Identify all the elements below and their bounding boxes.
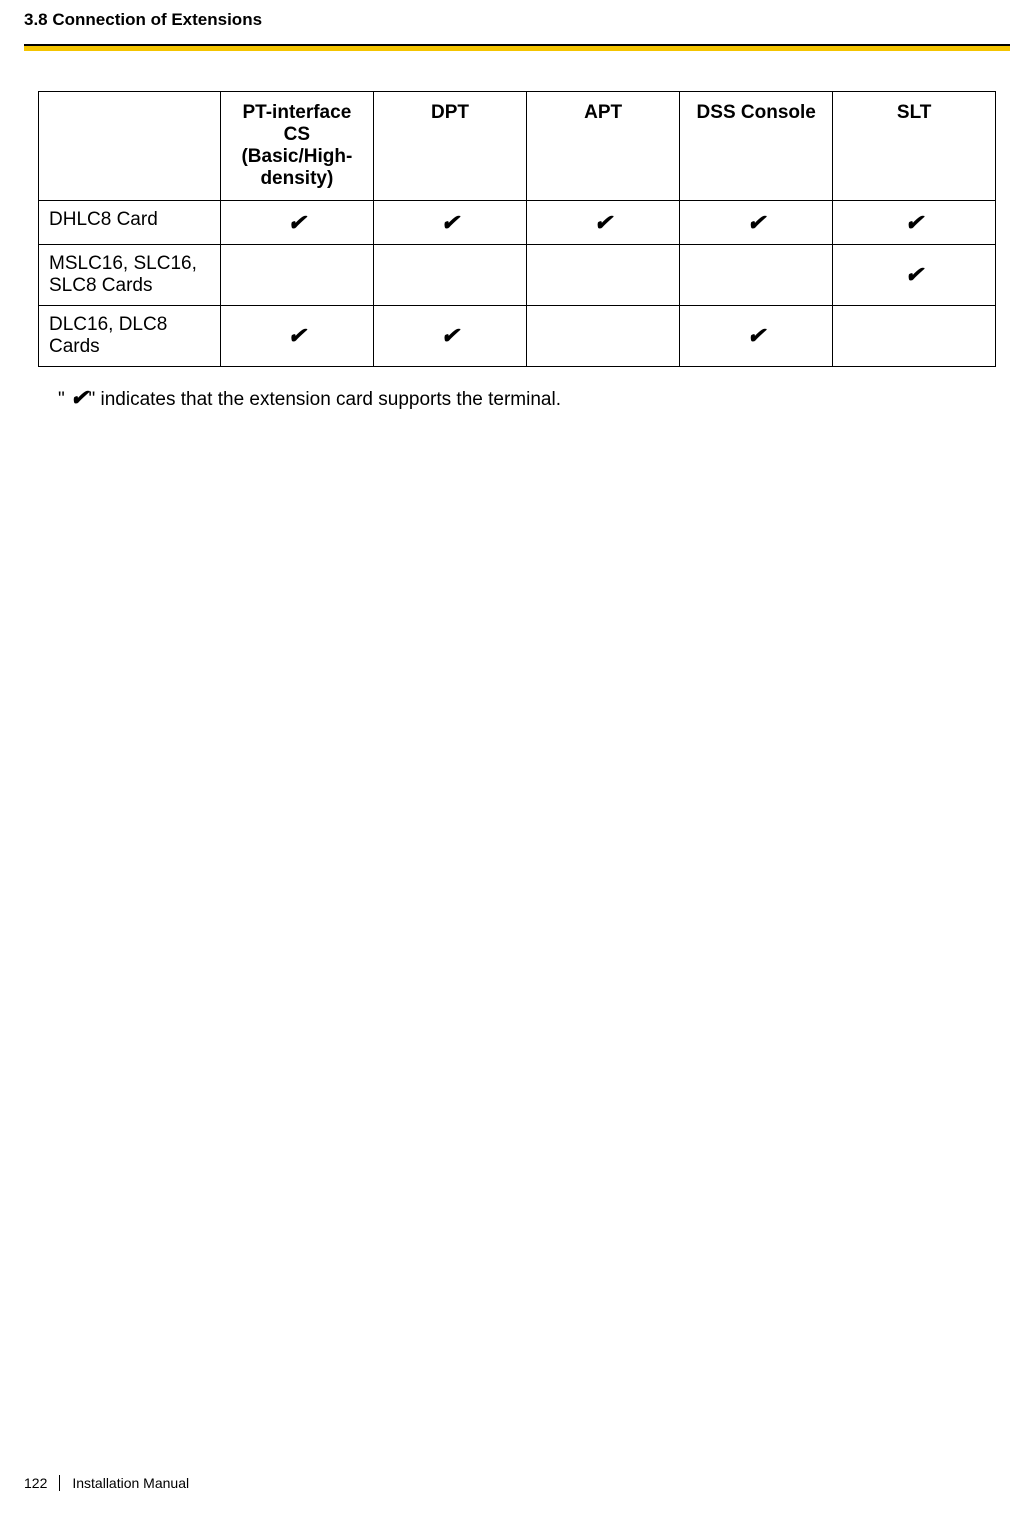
cell: ✔	[833, 201, 996, 245]
note-suffix: " indicates that the extension card supp…	[88, 389, 561, 410]
check-icon: ✔	[594, 210, 612, 235]
row-label: MSLC16, SLC16, SLC8 Cards	[39, 245, 221, 306]
table-header-dpt: DPT	[373, 92, 526, 201]
compatibility-table-wrap: PT-interface CS (Basic/High-density) DPT…	[0, 51, 1034, 367]
table-row: MSLC16, SLC16, SLC8 Cards ✔	[39, 245, 996, 306]
compatibility-table: PT-interface CS (Basic/High-density) DPT…	[38, 91, 996, 367]
table-row: DLC16, DLC8 Cards ✔ ✔ ✔	[39, 306, 996, 367]
cell	[680, 245, 833, 306]
table-header-empty	[39, 92, 221, 201]
cell	[373, 245, 526, 306]
cell	[527, 245, 680, 306]
header-divider	[0, 44, 1034, 51]
check-icon: ✔	[70, 385, 88, 410]
check-icon: ✔	[288, 323, 306, 348]
check-icon: ✔	[747, 210, 765, 235]
table-footnote: " ✔" indicates that the extension card s…	[0, 367, 1034, 411]
cell	[527, 306, 680, 367]
check-icon: ✔	[441, 323, 459, 348]
page-number: 122	[24, 1475, 60, 1491]
note-prefix: "	[58, 389, 70, 410]
table-header-slt: SLT	[833, 92, 996, 201]
table-row: DHLC8 Card ✔ ✔ ✔ ✔ ✔	[39, 201, 996, 245]
cell: ✔	[220, 306, 373, 367]
check-icon: ✔	[288, 210, 306, 235]
page-footer: 122 Installation Manual	[24, 1475, 189, 1491]
cell: ✔	[220, 201, 373, 245]
cell	[833, 306, 996, 367]
table-header-apt: APT	[527, 92, 680, 201]
cell: ✔	[373, 306, 526, 367]
table-header-dss: DSS Console	[680, 92, 833, 201]
check-icon: ✔	[441, 210, 459, 235]
table-header-row: PT-interface CS (Basic/High-density) DPT…	[39, 92, 996, 201]
row-label: DLC16, DLC8 Cards	[39, 306, 221, 367]
check-icon: ✔	[747, 323, 765, 348]
row-label: DHLC8 Card	[39, 201, 221, 245]
page-header: 3.8 Connection of Extensions	[0, 0, 1034, 38]
table-header-ptcs: PT-interface CS (Basic/High-density)	[220, 92, 373, 201]
manual-title: Installation Manual	[60, 1475, 189, 1491]
cell: ✔	[680, 306, 833, 367]
cell: ✔	[527, 201, 680, 245]
check-icon: ✔	[905, 210, 923, 235]
cell	[220, 245, 373, 306]
cell: ✔	[833, 245, 996, 306]
section-title: 3.8 Connection of Extensions	[24, 10, 1010, 30]
cell: ✔	[373, 201, 526, 245]
cell: ✔	[680, 201, 833, 245]
check-icon: ✔	[905, 262, 923, 287]
